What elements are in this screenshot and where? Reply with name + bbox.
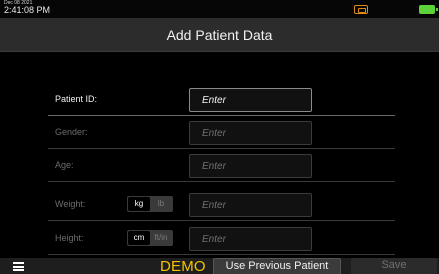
height-unit-ftin[interactable]: ft/in [150, 231, 172, 245]
gender-label: Gender: [55, 127, 88, 137]
title-bar: Add Patient Data [0, 18, 439, 52]
save-button[interactable]: Save [351, 258, 437, 274]
weight-placeholder: Enter [202, 200, 226, 211]
battery-icon [419, 5, 438, 14]
height-label: Height: [55, 233, 84, 243]
height-placeholder: Enter [202, 234, 226, 245]
demo-mode-label: DEMO [160, 258, 206, 274]
height-unit-cm[interactable]: cm [128, 231, 150, 245]
hamburger-menu-icon[interactable] [13, 262, 24, 271]
weight-unit-kg[interactable]: kg [128, 197, 150, 211]
weight-field[interactable]: Enter [189, 193, 312, 217]
weight-unit-toggle[interactable]: kg lb [127, 196, 173, 212]
patient-id-field[interactable]: Enter [189, 88, 312, 112]
form-row-patient-id: Patient ID: Enter [48, 83, 395, 116]
height-field[interactable]: Enter [189, 227, 312, 251]
use-previous-patient-button[interactable]: Use Previous Patient [213, 258, 341, 274]
weight-label: Weight: [55, 199, 86, 209]
form-row-gender: Gender: Enter [48, 116, 395, 149]
warning-icon[interactable] [354, 5, 368, 14]
gender-placeholder: Enter [202, 128, 226, 139]
patient-id-placeholder: Enter [202, 95, 226, 106]
weight-unit-lb[interactable]: lb [150, 197, 172, 211]
age-label: Age: [55, 160, 74, 170]
form-row-weight: Weight: kg lb Enter [48, 188, 395, 221]
page-title: Add Patient Data [166, 27, 273, 43]
age-placeholder: Enter [202, 161, 226, 172]
form-row-age: Age: Enter [48, 149, 395, 182]
form-row-height: Height: cm ft/in Enter [48, 222, 395, 255]
age-field[interactable]: Enter [189, 154, 312, 178]
height-unit-toggle[interactable]: cm ft/in [127, 230, 173, 246]
status-bar: Dec 08 2021 2:41:08 PM [0, 0, 439, 18]
status-time: 2:41:08 PM [4, 5, 51, 15]
gender-field[interactable]: Enter [189, 121, 312, 145]
bottom-bar: DEMO Use Previous Patient Save [0, 258, 439, 274]
patient-id-label: Patient ID: [55, 94, 98, 104]
